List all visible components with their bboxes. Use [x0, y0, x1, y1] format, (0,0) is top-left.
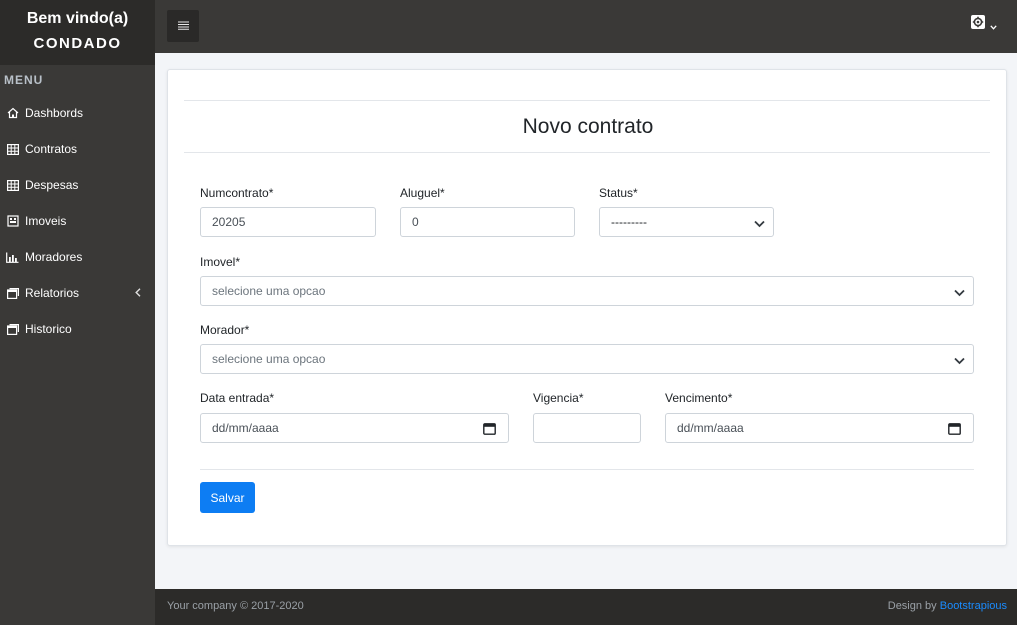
- vencimento-label: Vencimento*: [665, 391, 733, 405]
- design-prefix: Design by: [887, 600, 940, 612]
- copyright-text: Your company © 2017-2020: [167, 600, 304, 612]
- save-button[interactable]: Salvar: [200, 482, 255, 513]
- company-name: CONDADO: [33, 35, 122, 52]
- imovel-select[interactable]: selecione uma opcao: [200, 276, 974, 306]
- vigencia-input[interactable]: [533, 413, 641, 443]
- vencimento-input[interactable]: dd/mm/aaaa: [665, 413, 974, 443]
- sidebar-item-despesas[interactable]: Despesas: [0, 167, 155, 203]
- chevron-down-icon: [990, 22, 997, 32]
- numcontrato-input[interactable]: 20205: [200, 207, 376, 237]
- sidebar: Bem vindo(a) CONDADO MENU Dashbords Cont…: [0, 0, 155, 625]
- imovel-placeholder: selecione uma opcao: [212, 284, 326, 298]
- sidebar-toggle-button[interactable]: [167, 10, 199, 42]
- calendar-icon[interactable]: [948, 422, 961, 438]
- chevron-down-icon: [954, 354, 965, 368]
- data-entrada-placeholder: dd/mm/aaaa: [212, 421, 279, 435]
- divider: [184, 100, 990, 101]
- vigencia-label: Vigencia*: [533, 391, 584, 405]
- chevron-down-icon: [754, 217, 765, 231]
- numcontrato-value: 20205: [212, 215, 246, 229]
- welcome-text: Bem vindo(a): [26, 10, 129, 27]
- morador-select[interactable]: selecione uma opcao: [200, 344, 974, 374]
- table-icon: [6, 179, 19, 191]
- chevron-left-icon: [135, 286, 141, 300]
- top-navbar: [155, 0, 1017, 53]
- sidebar-item-relatorios[interactable]: Relatorios: [0, 275, 155, 311]
- sidebar-item-label: Dashbords: [25, 106, 84, 120]
- contract-form-card: Novo contrato Numcontrato* 20205 Aluguel…: [167, 69, 1007, 546]
- morador-placeholder: selecione uma opcao: [212, 352, 326, 366]
- divider: [184, 152, 990, 153]
- bar-chart-icon: [6, 251, 19, 263]
- page-title: Novo contrato: [522, 115, 654, 138]
- divider: [200, 469, 974, 470]
- home-icon: [6, 107, 19, 119]
- calendar-icon[interactable]: [483, 422, 496, 438]
- footer: Your company © 2017-2020 Design by Boots…: [155, 589, 1017, 625]
- sidebar-item-historico[interactable]: Historico: [0, 311, 155, 347]
- aluguel-label: Aluguel*: [400, 186, 445, 200]
- morador-label: Morador*: [200, 323, 250, 337]
- gear-icon: [970, 14, 986, 35]
- data-entrada-input[interactable]: dd/mm/aaaa: [200, 413, 509, 443]
- data-entrada-label: Data entrada*: [200, 391, 275, 405]
- status-selected-value: ---------: [611, 215, 647, 229]
- sidebar-item-label: Despesas: [25, 178, 79, 192]
- menu-title: MENU: [4, 73, 44, 87]
- sidebar-item-label: Contratos: [25, 142, 78, 156]
- table-icon: [6, 143, 19, 155]
- status-select[interactable]: ---------: [599, 207, 774, 237]
- sidebar-item-label: Historico: [25, 322, 72, 336]
- settings-dropdown[interactable]: [970, 14, 997, 35]
- aluguel-input[interactable]: 0: [400, 207, 575, 237]
- sidebar-item-label: Relatorios: [25, 286, 80, 300]
- imovel-label: Imovel*: [200, 255, 241, 269]
- window-icon: [6, 323, 19, 335]
- sidebar-item-label: Moradores: [25, 250, 83, 264]
- bootstrapious-link[interactable]: Bootstrapious: [940, 600, 1007, 612]
- sidebar-item-label: Imoveis: [25, 214, 67, 228]
- sidebar-item-contratos[interactable]: Contratos: [0, 131, 155, 167]
- aluguel-value: 0: [412, 215, 419, 229]
- numcontrato-label: Numcontrato*: [200, 186, 274, 200]
- sidebar-item-imoveis[interactable]: Imoveis: [0, 203, 155, 239]
- sidebar-brand: Bem vindo(a) CONDADO: [0, 0, 155, 65]
- building-icon: [6, 215, 19, 227]
- status-label: Status*: [599, 186, 638, 200]
- chevron-down-icon: [954, 286, 965, 300]
- vencimento-placeholder: dd/mm/aaaa: [677, 421, 744, 435]
- sidebar-item-dashbords[interactable]: Dashbords: [0, 95, 155, 131]
- window-icon: [6, 287, 19, 299]
- design-credit: Design by Bootstrapious: [888, 600, 1007, 612]
- menu-icon: [177, 17, 189, 35]
- sidebar-item-moradores[interactable]: Moradores: [0, 239, 155, 275]
